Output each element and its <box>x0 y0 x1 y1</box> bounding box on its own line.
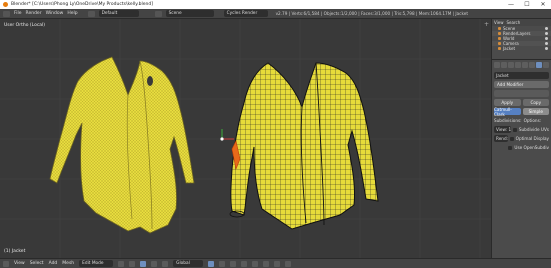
layout-icon <box>87 10 95 17</box>
apply-copy-row: Apply Copy <box>494 99 549 106</box>
window-title: Blender* [C:\Users\Phong Ly\OneDrive\My … <box>11 2 153 7</box>
object-name-row: Jacket <box>494 72 549 79</box>
visibility-eye-icon[interactable] <box>545 42 548 45</box>
layers-icon[interactable] <box>274 260 281 267</box>
apply-button[interactable]: Apply <box>494 99 521 106</box>
add-modifier-row: Add Modifier <box>494 81 549 88</box>
viewport-canvas[interactable] <box>0 19 491 258</box>
mode-selector[interactable]: Edit Mode <box>79 260 114 267</box>
use-opensubdiv-checkbox[interactable] <box>508 146 513 150</box>
world-tab-icon[interactable] <box>515 62 521 68</box>
render-preview-icon[interactable] <box>285 260 292 267</box>
viewport-header: View Select Add Mesh Edit Mode Global <box>0 258 551 268</box>
visibility-eye-icon[interactable] <box>545 27 548 30</box>
title-bar: Blender* [C:\Users\Phong Ly\OneDrive\My … <box>0 0 551 9</box>
copy-button[interactable]: Copy <box>522 99 549 106</box>
menu-mesh[interactable]: Mesh <box>62 261 74 266</box>
close-button[interactable]: ✕ <box>535 0 551 9</box>
3d-viewport[interactable]: User Ortho (Local) + (1) Jacket <box>0 19 491 258</box>
outliner-header: View Search <box>492 19 551 26</box>
visibility-eye-icon[interactable] <box>545 37 548 40</box>
menu-add[interactable]: Add <box>49 261 58 266</box>
options-label: Options: <box>523 118 542 123</box>
subdivision-labels-row: Subdivisions: Options: <box>494 117 549 124</box>
mesh-icon <box>498 47 501 50</box>
properties-panel: Jacket Add Modifier Apply Copy Catmull-C… <box>491 60 551 258</box>
menu-window[interactable]: Window <box>46 11 64 16</box>
rotate-icon[interactable] <box>162 260 169 267</box>
manipulator-icon[interactable] <box>140 260 147 267</box>
scene-tab-icon[interactable] <box>508 62 514 68</box>
use-opensubdiv-label: Use OpenSubdiv <box>514 145 549 150</box>
render-layers-icon <box>498 32 501 35</box>
active-object-label: (1) Jacket <box>4 249 26 254</box>
occlude-geometry-icon[interactable] <box>241 260 248 267</box>
menu-select[interactable]: Select <box>30 261 44 266</box>
outliner-row-label: Jacket <box>503 46 516 51</box>
subdivisions-label: Subdivisions: <box>494 118 522 123</box>
face-select-icon[interactable] <box>230 260 237 267</box>
optimal-display-checkbox[interactable] <box>509 137 514 141</box>
render-levels-field[interactable]: Rend: 2 <box>494 135 508 142</box>
subdivide-uvs-checkbox[interactable] <box>512 128 517 132</box>
data-tab-icon[interactable] <box>543 62 549 68</box>
transform-manipulator-icon <box>220 129 234 141</box>
view-levels-field[interactable]: View: 1 <box>494 126 511 133</box>
minimize-button[interactable]: — <box>503 0 519 9</box>
menu-render[interactable]: Render <box>26 11 42 16</box>
info-header: File Render Window Help Default Scene Cy… <box>0 9 551 19</box>
layers-tab-icon[interactable] <box>501 62 507 68</box>
outliner-view-menu[interactable]: View <box>494 20 504 25</box>
vertex-select-icon[interactable] <box>208 260 215 267</box>
modifier-wrench-tab-icon[interactable] <box>536 62 542 68</box>
layout-selector[interactable]: Default <box>98 10 139 17</box>
pivot-point-icon[interactable] <box>129 260 136 267</box>
scene-selector[interactable]: Scene <box>165 10 214 17</box>
editor-type-icon[interactable] <box>3 260 9 267</box>
opensubdiv-row: Use OpenSubdiv <box>494 144 549 151</box>
object-tab-icon[interactable] <box>522 62 528 68</box>
render-engine-selector[interactable]: Cycles Render <box>223 10 268 17</box>
translate-icon[interactable] <box>151 260 158 267</box>
simple-button[interactable]: Simple <box>522 108 549 115</box>
optimal-display-label: Optimal Display <box>515 136 549 141</box>
subdivision-type-row: Catmull-Clark Simple <box>494 107 549 117</box>
maximize-button[interactable]: ☐ <box>519 0 535 9</box>
snap-icon[interactable] <box>263 260 270 267</box>
menu-file[interactable]: File <box>14 11 22 16</box>
outliner-search-menu[interactable]: Search <box>507 20 521 25</box>
add-modifier-dropdown[interactable]: Add Modifier <box>494 81 549 88</box>
object-name-field[interactable]: Jacket <box>494 72 549 79</box>
viewport-shading-icon[interactable] <box>118 260 125 267</box>
modifier-header-row <box>494 90 549 97</box>
outliner-row[interactable]: Jacket <box>492 46 551 51</box>
transform-orientation-selector[interactable]: Global <box>173 260 204 267</box>
viewport-view-label: User Ortho (Local) <box>4 23 46 28</box>
visibility-eye-icon[interactable] <box>545 47 548 50</box>
properties-tabs <box>492 60 551 70</box>
catmull-clark-button[interactable]: Catmull-Clark <box>494 107 521 117</box>
menu-help[interactable]: Help <box>67 11 77 16</box>
view-level-row: View: 1 Subdivide UVs <box>494 126 549 133</box>
outliner-panel: View Search Scene RenderLayers World Cam… <box>491 19 551 60</box>
world-icon <box>498 37 501 40</box>
jacket-wireframe <box>229 62 379 230</box>
constraints-tab-icon[interactable] <box>529 62 535 68</box>
edge-select-icon[interactable] <box>219 260 226 267</box>
modifier-header[interactable] <box>494 90 549 97</box>
render-level-row: Rend: 2 Optimal Display <box>494 135 549 142</box>
visibility-eye-icon[interactable] <box>545 32 548 35</box>
scene-icon <box>498 27 501 30</box>
proportional-editing-icon[interactable] <box>252 260 259 267</box>
viewport-tools-toggle-icon[interactable]: + <box>484 21 489 28</box>
scene-icon <box>154 10 162 17</box>
jacket-smooth <box>49 56 195 234</box>
subdivide-uvs-label: Subdivide UVs <box>518 127 549 132</box>
menu-view[interactable]: View <box>14 261 25 266</box>
editor-type-icon[interactable] <box>3 10 10 17</box>
scene-stats: v2.79 | Verts:6/1,584 | Objects:1/2,000 … <box>275 11 468 16</box>
blender-logo-icon <box>3 2 8 7</box>
camera-icon <box>498 42 501 45</box>
render-tab-icon[interactable] <box>494 62 500 68</box>
